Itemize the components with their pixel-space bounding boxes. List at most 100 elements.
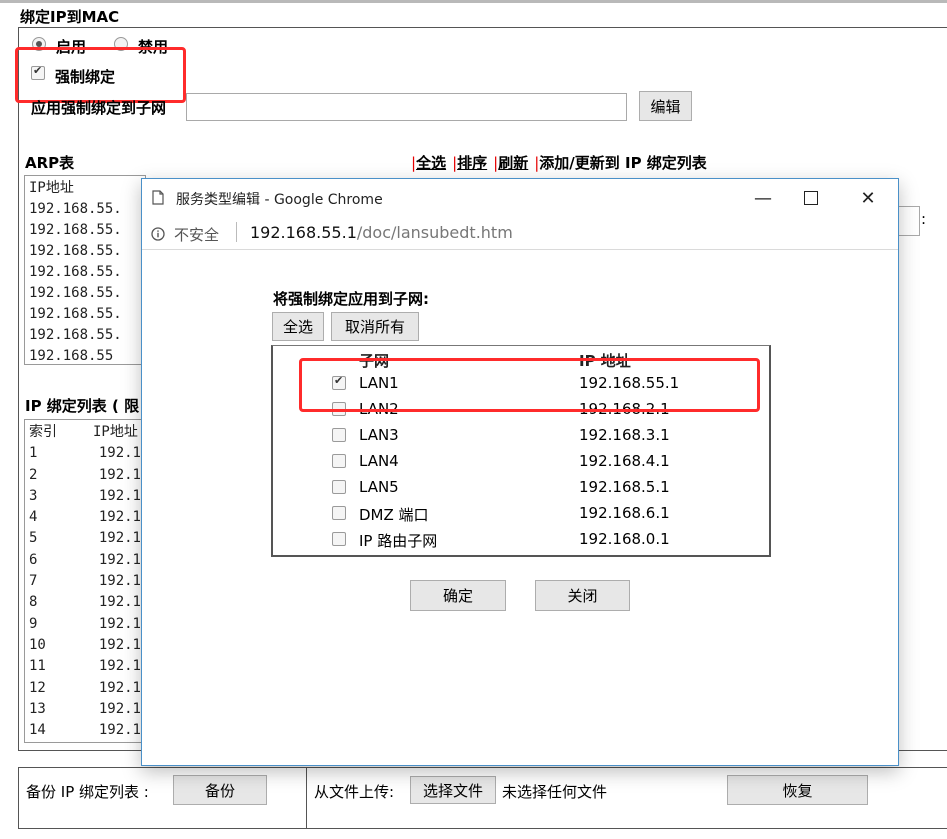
- arp-select-all-link[interactable]: 全选: [416, 154, 446, 172]
- subnet-name: IP 路由子网: [359, 532, 438, 550]
- row-ip: 192.1: [98, 615, 141, 632]
- arp-row[interactable]: 192.168.55: [29, 346, 141, 364]
- subnet-name: LAN5: [359, 478, 399, 496]
- ip-bind-row[interactable]: 13 192.1: [29, 699, 141, 720]
- backup-label: 备份 IP 绑定列表 :: [26, 783, 149, 801]
- top-divider: [0, 0, 947, 3]
- arp-row[interactable]: 192.168.55.: [29, 199, 141, 220]
- ip-bind-row[interactable]: 5 192.1: [29, 528, 141, 549]
- arp-row[interactable]: 192.168.55.: [29, 220, 141, 241]
- subnet-row[interactable]: LAN4 192.168.4.1: [273, 448, 769, 474]
- subnet-checkbox[interactable]: [332, 532, 346, 546]
- subnet-ip: 192.168.3.1: [579, 426, 670, 444]
- ip-bind-row[interactable]: 14 192.1: [29, 720, 141, 741]
- row-ip: 192.1: [98, 700, 141, 717]
- row-ip: 192.1: [98, 530, 141, 547]
- subnet-row[interactable]: DMZ 端口 192.168.6.1: [273, 500, 769, 526]
- ip-bind-row[interactable]: 9 192.1: [29, 614, 141, 635]
- highlight-lan1: [299, 358, 760, 412]
- row-ip: 192.1: [98, 487, 141, 504]
- apply-subnet-input[interactable]: [186, 93, 627, 121]
- ip-bind-row[interactable]: 1 192.1: [29, 443, 141, 464]
- arp-sort-link[interactable]: 排序: [457, 154, 487, 172]
- edit-button[interactable]: 编辑: [639, 91, 692, 121]
- maximize-icon[interactable]: [788, 179, 834, 217]
- subnet-row[interactable]: LAN3 192.168.3.1: [273, 422, 769, 448]
- ok-button[interactable]: 确定: [410, 580, 506, 611]
- arp-row[interactable]: 192.168.55.: [29, 304, 141, 325]
- ip-bind-row[interactable]: 6 192.1: [29, 550, 141, 571]
- row-ip: 192.1: [98, 658, 141, 675]
- arp-listbox[interactable]: IP地址 192.168.55. 192.168.55. 192.168.55.…: [24, 175, 146, 365]
- row-index: 2: [29, 466, 38, 483]
- upload-label: 从文件上传:: [314, 783, 395, 801]
- address-bar[interactable]: 不安全 192.168.55.1/doc/lansubedt.htm: [142, 217, 898, 250]
- info-icon[interactable]: [151, 227, 165, 241]
- subnet-row[interactable]: IP 路由子网 192.168.0.1: [273, 526, 769, 552]
- row-ip: 192.1: [98, 466, 141, 483]
- arp-row[interactable]: 192.168.55.: [29, 283, 141, 304]
- restore-button[interactable]: 恢复: [727, 775, 868, 805]
- url-host: 192.168.55.1: [250, 223, 357, 242]
- row-ip: 192.1: [98, 573, 141, 590]
- subnet-checkbox[interactable]: [332, 428, 346, 442]
- row-index: 10: [29, 636, 46, 653]
- subnet-ip: 192.168.5.1: [579, 478, 670, 496]
- close-window-icon[interactable]: ✕: [845, 179, 891, 217]
- row-index: 13: [29, 700, 46, 717]
- arp-row[interactable]: 192.168.55.: [29, 241, 141, 262]
- subnet-name: LAN4: [359, 452, 399, 470]
- apply-subnet-label: 应用强制绑定到子网: [31, 99, 167, 117]
- ip-bind-row[interactable]: 3 192.1: [29, 486, 141, 507]
- popup-select-all-button[interactable]: 全选: [272, 312, 324, 341]
- subnet-ip: 192.168.0.1: [579, 530, 670, 548]
- subnet-name: DMZ 端口: [359, 506, 429, 524]
- arp-add-update-link[interactable]: 添加/更新到 IP 绑定列表: [539, 154, 707, 172]
- row-index: 3: [29, 487, 38, 504]
- popup-window-title: 服务类型编辑 - Google Chrome: [176, 192, 383, 208]
- row-ip: 192.1: [98, 722, 141, 739]
- minimize-icon[interactable]: —: [740, 179, 786, 217]
- arp-row[interactable]: 192.168.55.: [29, 262, 141, 283]
- ip-bind-row[interactable]: 8 192.1: [29, 592, 141, 613]
- url-path: /doc/lansubedt.htm: [356, 223, 513, 242]
- ip-bind-row[interactable]: 11 192.1: [29, 656, 141, 677]
- arp-column-header: IP地址: [29, 180, 74, 196]
- ip-bind-row[interactable]: 2 192.1: [29, 465, 141, 486]
- choose-file-button[interactable]: 选择文件: [410, 776, 496, 804]
- page-icon: [152, 190, 164, 205]
- row-index: 6: [29, 551, 38, 568]
- subnet-row[interactable]: LAN5 192.168.5.1: [273, 474, 769, 500]
- close-button[interactable]: 关闭: [535, 580, 630, 611]
- arp-refresh-link[interactable]: 刷新: [498, 154, 528, 172]
- row-index: 9: [29, 615, 38, 632]
- ip-bind-ip-header: IP地址: [93, 424, 138, 440]
- ip-bind-row[interactable]: 10 192.1: [29, 635, 141, 656]
- arp-colon: :: [921, 210, 927, 228]
- ip-bind-row[interactable]: 12 192.1: [29, 678, 141, 699]
- insecure-label: 不安全: [174, 226, 220, 244]
- popup-deselect-all-button[interactable]: 取消所有: [331, 312, 419, 341]
- row-index: 5: [29, 530, 38, 547]
- highlight-force-bind: [15, 47, 186, 103]
- row-index: 1: [29, 445, 38, 462]
- row-ip: 192.1: [98, 509, 141, 526]
- url-text[interactable]: 192.168.55.1/doc/lansubedt.htm: [250, 223, 513, 242]
- row-ip: 192.1: [98, 551, 141, 568]
- row-index: 4: [29, 509, 38, 526]
- subnet-checkbox[interactable]: [332, 506, 346, 520]
- popup-window: 服务类型编辑 - Google Chrome — ✕ 不安全 192.168.5…: [141, 178, 899, 766]
- subnet-checkbox[interactable]: [332, 454, 346, 468]
- arp-row[interactable]: 192.168.55.: [29, 325, 141, 346]
- ip-bind-listbox[interactable]: 索引 IP地址 1 192.1 2 192.1 3 192.1 4 192.1 5 192…: [24, 419, 146, 743]
- row-ip: 192.1: [98, 636, 141, 653]
- ip-bind-row[interactable]: 7 192.1: [29, 571, 141, 592]
- popup-titlebar[interactable]: 服务类型编辑 - Google Chrome — ✕: [142, 179, 898, 217]
- arp-title: ARP表: [25, 154, 75, 172]
- subnet-ip: 192.168.6.1: [579, 504, 670, 522]
- row-ip: 192.1: [98, 445, 141, 462]
- backup-button[interactable]: 备份: [173, 775, 267, 805]
- ip-bind-row[interactable]: 4 192.1: [29, 507, 141, 528]
- subnet-checkbox[interactable]: [332, 480, 346, 494]
- row-index: 14: [29, 722, 46, 739]
